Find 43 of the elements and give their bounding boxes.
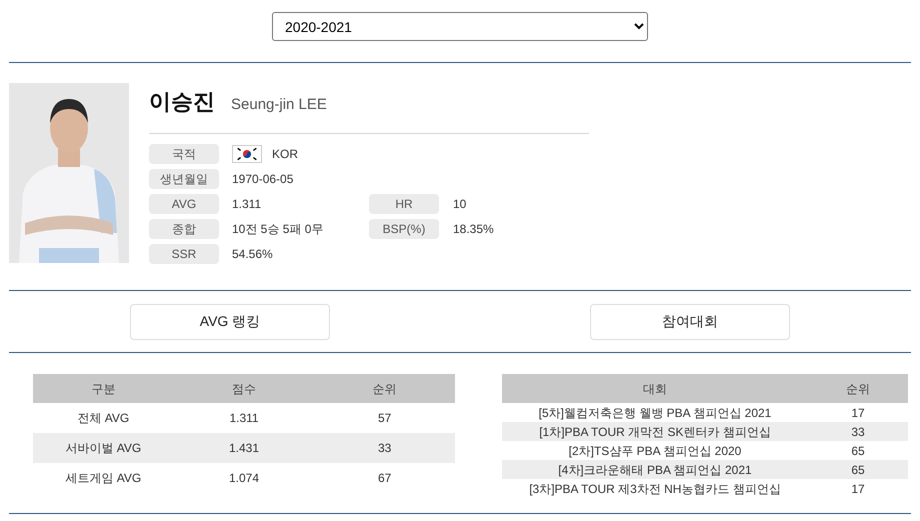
info-label: BSP(%): [369, 219, 439, 239]
table-cell-text: 17: [850, 404, 866, 422]
table-cell-text: 세트게임 AVG: [64, 470, 142, 487]
table-cell-text: [4차]크라운해태 PBA 챔피언십 2021: [557, 462, 753, 478]
info-value: 54.56%: [232, 246, 273, 263]
table-cell-text: 1.431: [228, 440, 260, 457]
table-cell-text: [2차]TS샴푸 PBA 챔피언십 2020: [568, 442, 742, 460]
table-cell-text: 1.311: [228, 410, 260, 427]
table-cell-text: 17: [850, 480, 866, 498]
info-value: 10전 5승 5패 0무: [232, 221, 324, 238]
table-cell-text: 65: [850, 442, 866, 460]
table-cell-text: 67: [377, 470, 392, 487]
info-value: 1970-06-05: [232, 171, 294, 188]
section-button[interactable]: 참여대회: [590, 304, 790, 340]
table-cell-text: 서바이벌 AVG: [64, 440, 142, 457]
info-value: 18.35%: [452, 221, 494, 238]
info-value: KOR: [272, 146, 298, 163]
section-button[interactable]: AVG 랭킹: [130, 304, 330, 340]
table-cell-text: [5차]웰컴저축은행 웰뱅 PBA 챔피언십 2021: [538, 404, 772, 422]
table-cell-text: 33: [377, 440, 392, 457]
column-header: 대회: [642, 380, 668, 398]
info-label: 종합: [149, 219, 219, 239]
player-english-name: Seung-jin LEE: [231, 95, 327, 115]
info-value: 10: [452, 196, 466, 213]
table-cell-text: 전체 AVG: [76, 410, 130, 427]
table-cell-text: 1.074: [228, 470, 260, 487]
season-select[interactable]: 2020-2021: [272, 12, 648, 41]
info-label: HR: [369, 194, 439, 214]
table-cell-text: 57: [377, 410, 392, 427]
info-label: 생년월일: [149, 169, 219, 189]
player-name: 이승진: [149, 88, 215, 116]
table-cell-text: 33: [850, 424, 866, 440]
info-label: SSR: [149, 244, 219, 264]
column-header: 순위: [372, 380, 398, 398]
table-cell-text: 65: [850, 462, 866, 478]
info-label: AVG: [149, 194, 219, 214]
table-cell-text: [1차]PBA TOUR 개막전 SK렌터카 챔피언십: [538, 424, 772, 440]
info-label: 국적: [149, 144, 219, 164]
column-header: 구분: [90, 380, 116, 398]
table-cell-text: [3차]PBA TOUR 제3차전 NH농협카드 챔피언십: [528, 480, 782, 498]
info-value: 1.311: [232, 196, 262, 213]
column-header: 점수: [231, 380, 257, 398]
column-header: 순위: [845, 380, 871, 398]
